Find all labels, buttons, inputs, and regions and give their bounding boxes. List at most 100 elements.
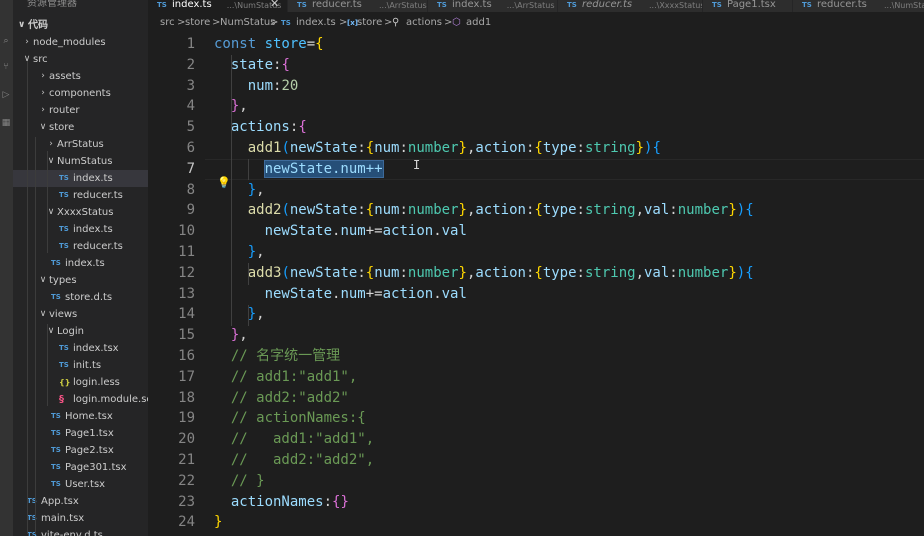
- tree-file[interactable]: TS reducer.ts: [13, 187, 148, 204]
- code-line[interactable]: // actionNames:{: [214, 408, 366, 429]
- breadcrumb-numstatus[interactable]: NumStatus: [220, 12, 275, 34]
- editor-tab[interactable]: TS index.ts ...\NumStatus ✕: [148, 0, 288, 12]
- line-number: 18: [178, 389, 195, 406]
- code-line[interactable]: newState.num++: [214, 159, 384, 180]
- code-line[interactable]: num:20: [214, 76, 299, 97]
- tree-folder[interactable]: ∨ Login: [13, 323, 148, 340]
- code-token: ,: [256, 306, 265, 323]
- code-line[interactable]: },: [214, 304, 265, 325]
- tree-file[interactable]: TS index.ts: [13, 170, 148, 187]
- workspace-root-folder[interactable]: ∨ 代码: [13, 17, 148, 34]
- code-line[interactable]: add2(newState:{num:number},action:{type:…: [214, 200, 754, 221]
- tree-file[interactable]: TS Page2.tsx: [13, 442, 148, 459]
- code-line[interactable]: newState.num+=action.val: [214, 284, 467, 305]
- code-line[interactable]: actions:{: [214, 117, 307, 138]
- code-editor[interactable]: 1 2 3 4 5 6 7 8 9 10 11 12 13 14 15 16 17 18 19 20 21 22 23 24 …: [148, 34, 924, 536]
- code-token: // add1:"add1",: [230, 431, 375, 448]
- file-label: index.ts: [73, 224, 113, 235]
- chevron-down-icon: ∨: [47, 207, 55, 217]
- indent-guide: [47, 324, 48, 406]
- tree-folder[interactable]: ∨ NumStatus: [13, 153, 148, 170]
- tree-folder[interactable]: ∨ XxxxStatus: [13, 204, 148, 221]
- tree-file[interactable]: § login.module.scss: [13, 391, 148, 408]
- tree-file[interactable]: {} login.less: [13, 374, 148, 391]
- code-line[interactable]: // add1:"add1",: [214, 367, 357, 388]
- tree-file[interactable]: TS Page301.tsx: [13, 459, 148, 476]
- tree-folder[interactable]: › router: [13, 102, 148, 119]
- code-line[interactable]: },: [214, 325, 248, 346]
- editor-tab[interactable]: TS Page1.tsx: [703, 0, 793, 12]
- chevron-right-icon: ›: [25, 37, 29, 47]
- extensions-icon[interactable]: ▦: [1, 118, 11, 128]
- code-line[interactable]: // }: [214, 471, 265, 492]
- code-line[interactable]: add3(newState:{num:number},action:{type:…: [214, 263, 754, 284]
- file-label: Page2.tsx: [65, 445, 114, 456]
- tree-folder[interactable]: ∨ src: [13, 51, 148, 68]
- chevron-down-icon: ∨: [39, 275, 47, 285]
- code-token: action: [382, 285, 434, 302]
- tree-folder[interactable]: › node_modules: [13, 34, 148, 51]
- breadcrumb-file[interactable]: index.ts: [296, 12, 336, 34]
- code-line[interactable]: add1(newState:{num:number},action:{type:…: [214, 138, 661, 159]
- code-line[interactable]: // add2:"add2": [214, 388, 349, 409]
- code-token: const: [214, 36, 265, 52]
- code-line[interactable]: },: [214, 242, 265, 263]
- typescript-file-icon: TS: [59, 361, 69, 369]
- breadcrumb-add1-symbol[interactable]: add1: [466, 12, 491, 34]
- code-token: num: [374, 140, 400, 156]
- code-line[interactable]: const store={: [214, 34, 324, 55]
- breadcrumb-store[interactable]: store: [185, 12, 210, 34]
- tree-folder[interactable]: › components: [13, 85, 148, 102]
- tree-file[interactable]: TS App.tsx: [13, 493, 148, 510]
- folder-label: XxxxStatus: [57, 207, 114, 218]
- code-token: // actionNames:{: [230, 410, 366, 427]
- code-token: {: [534, 264, 543, 281]
- run-debug-icon[interactable]: ▷: [1, 90, 11, 100]
- code-token: number: [677, 264, 729, 281]
- tree-file[interactable]: TS vite-env.d.ts: [13, 527, 148, 536]
- breadcrumb-actions-symbol[interactable]: actions: [406, 12, 442, 34]
- editor-tab[interactable]: TS reducer.ts ...\ArrStatus: [288, 0, 428, 12]
- tree-folder[interactable]: ∨ types: [13, 272, 148, 289]
- tree-folder[interactable]: › assets: [13, 68, 148, 85]
- search-icon[interactable]: ⌕: [1, 36, 11, 46]
- source-control-icon[interactable]: ⑂: [1, 62, 11, 72]
- tree-file[interactable]: TS main.tsx: [13, 510, 148, 527]
- tree-folder[interactable]: ∨ views: [13, 306, 148, 323]
- code-token: newState: [289, 202, 358, 219]
- code-line[interactable]: }: [214, 512, 222, 533]
- code-line[interactable]: // add2:"add2",: [214, 450, 374, 471]
- tree-file[interactable]: TS User.tsx: [13, 476, 148, 493]
- code-line[interactable]: state:{: [214, 55, 290, 76]
- code-line[interactable]: // 名字统一管理: [214, 346, 340, 367]
- code-token: {: [298, 119, 307, 136]
- breadcrumb-store-symbol[interactable]: store: [357, 12, 382, 34]
- tree-file[interactable]: TS init.ts: [13, 357, 148, 374]
- tree-folder[interactable]: ∨ store: [13, 119, 148, 136]
- tree-file[interactable]: TS Home.tsx: [13, 408, 148, 425]
- tab-description: ...\ArrStatus: [506, 1, 555, 10]
- editor-tab[interactable]: TS reducer.ts ...\NumStatus: [793, 0, 924, 12]
- tree-file[interactable]: TS index.ts: [13, 255, 148, 272]
- code-token: newState: [264, 223, 333, 240]
- chevron-down-icon: ∨: [47, 156, 55, 166]
- breadcrumb-src[interactable]: src: [160, 12, 175, 34]
- tree-file[interactable]: TS index.tsx: [13, 340, 148, 357]
- code-line[interactable]: // add1:"add1",: [214, 429, 374, 450]
- code-line[interactable]: newState.num+=action.val: [214, 221, 467, 242]
- tree-file[interactable]: TS reducer.ts: [13, 238, 148, 255]
- tree-folder[interactable]: › ArrStatus: [13, 136, 148, 153]
- editor-tab[interactable]: TS reducer.ts ...\XxxxStatus: [558, 0, 703, 12]
- editor-tab[interactable]: TS index.ts ...\ArrStatus: [428, 0, 558, 12]
- code-token: 20: [281, 77, 299, 94]
- lightbulb-icon[interactable]: 💡: [217, 176, 231, 189]
- line-number: 17: [178, 368, 195, 385]
- close-icon[interactable]: ✕: [270, 0, 279, 9]
- code-token: :: [669, 264, 678, 281]
- tree-file[interactable]: TS Page1.tsx: [13, 425, 148, 442]
- file-label: index.ts: [73, 173, 113, 184]
- tree-file[interactable]: TS index.ts: [13, 221, 148, 238]
- code-line[interactable]: actionNames:{}: [214, 492, 349, 513]
- tree-file[interactable]: TS store.d.ts: [13, 289, 148, 306]
